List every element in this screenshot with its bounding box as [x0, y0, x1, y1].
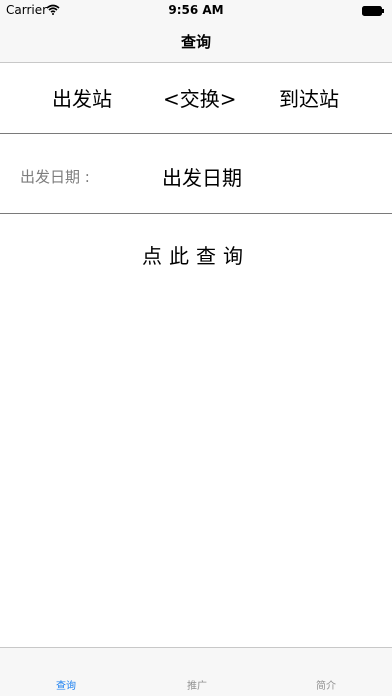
- departure-date-label: 出发日期 :: [20, 168, 90, 186]
- arrival-station-button[interactable]: 到达站: [279, 83, 339, 112]
- tab-promotion[interactable]: 推广: [187, 677, 207, 692]
- tab-about[interactable]: 简介: [316, 677, 336, 692]
- departure-date-row: 出发日期 : 出发日期: [0, 134, 392, 214]
- departure-station-button[interactable]: 出发站: [52, 83, 112, 112]
- navigation-bar: 查询: [0, 20, 392, 63]
- tab-bar: 查询 推广 简介: [0, 647, 392, 696]
- departure-date-picker[interactable]: 出发日期: [162, 162, 242, 191]
- page-title: 查询: [180, 33, 211, 51]
- query-button[interactable]: 点此查询: [0, 240, 392, 269]
- status-time: 9:56 AM: [168, 3, 224, 17]
- tab-search[interactable]: 查询: [56, 677, 76, 692]
- swap-stations-button[interactable]: <交换>: [163, 83, 237, 112]
- battery-icon: [362, 5, 384, 16]
- station-row: 出发站 <交换> 到达站: [0, 63, 392, 134]
- status-bar: Carrier 9:56 AM: [0, 0, 392, 20]
